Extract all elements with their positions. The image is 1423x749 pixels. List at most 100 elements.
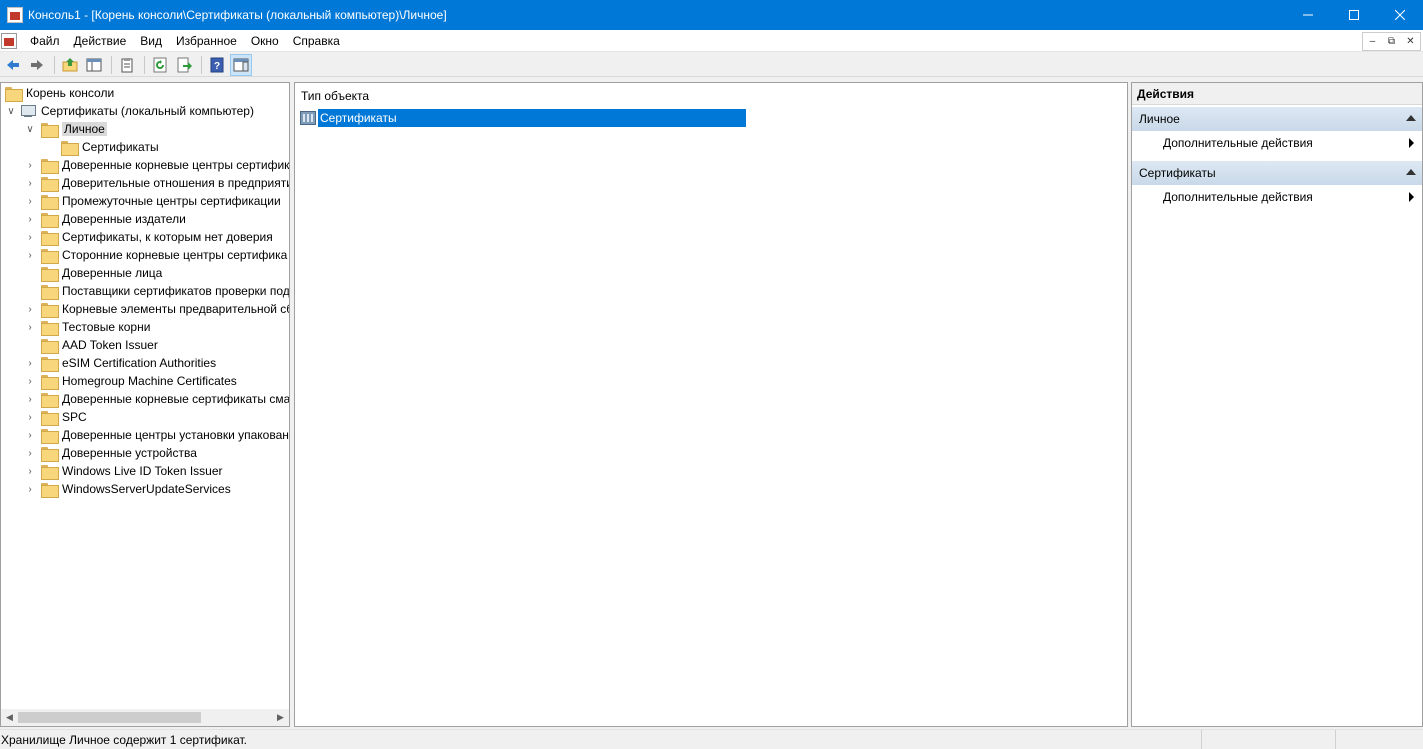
expand-chevron-icon[interactable]: › <box>24 408 36 426</box>
expand-chevron-icon[interactable]: › <box>24 300 36 318</box>
tree-item-store[interactable]: › Сторонние корневые центры сертифика <box>24 246 287 264</box>
mdi-close-button[interactable]: ✕ <box>1401 33 1420 50</box>
expand-chevron-icon[interactable]: › <box>24 354 36 372</box>
back-button[interactable] <box>2 54 24 76</box>
tree-item-certificates-local-computer[interactable]: ∨ Сертификаты (локальный компьютер) <box>5 102 254 120</box>
expand-chevron-icon[interactable]: › <box>24 462 36 480</box>
scroll-right-icon[interactable]: ▶ <box>272 709 289 726</box>
expand-chevron-icon[interactable]: › <box>24 426 36 444</box>
mdi-restore-button[interactable]: ⧉ <box>1382 33 1401 50</box>
tree-item-store[interactable]: › Промежуточные центры сертификации <box>24 192 281 210</box>
results-pane[interactable]: Тип объекта Сертификаты <box>294 82 1128 727</box>
tree-item-store[interactable]: AAD Token Issuer <box>24 336 158 354</box>
tree-horizontal-scrollbar[interactable]: ◀ ▶ <box>1 709 289 726</box>
tree-item-store[interactable]: › Homegroup Machine Certificates <box>24 372 237 390</box>
menu-help[interactable]: Справка <box>286 30 347 52</box>
folder-icon <box>41 230 59 246</box>
tree-item-store[interactable]: › Сертификаты, к которым нет доверия <box>24 228 273 246</box>
list-item-certificates[interactable]: Сертификаты <box>300 109 746 127</box>
folder-icon <box>41 212 59 228</box>
tree-item-label: Сертификаты <box>82 140 159 154</box>
mmc-app-icon[interactable] <box>7 7 23 23</box>
tree-item-store[interactable]: › SPC <box>24 408 87 426</box>
maximize-button[interactable] <box>1331 0 1377 30</box>
export-list-icon <box>177 57 192 72</box>
tree-item-store[interactable]: › Доверенные корневые сертификаты сма <box>24 390 289 408</box>
action-label: Дополнительные действия <box>1163 190 1313 204</box>
close-button[interactable] <box>1377 0 1423 30</box>
tree-item-store[interactable]: › WindowsServerUpdateServices <box>24 480 231 498</box>
column-header-object-type[interactable]: Тип объекта <box>295 83 1127 109</box>
tree-item-label: Корневые элементы предварительной сб <box>62 302 290 316</box>
tree-item-store[interactable]: › Доверенные устройства <box>24 444 197 462</box>
properties-button[interactable] <box>116 54 138 76</box>
menu-favorites[interactable]: Избранное <box>169 30 244 52</box>
expand-chevron-icon[interactable]: › <box>24 210 36 228</box>
tree-item-store[interactable]: Поставщики сертификатов проверки под <box>24 282 289 300</box>
actions-section-certificates[interactable]: Сертификаты <box>1132 161 1422 185</box>
tree-item-console-root[interactable]: Корень консоли <box>5 84 114 102</box>
up-folder-icon <box>62 57 78 71</box>
tree-item-label: Сертификаты, к которым нет доверия <box>62 230 273 244</box>
collapse-up-icon[interactable] <box>1406 169 1416 175</box>
folder-icon <box>41 374 59 390</box>
collapse-up-icon[interactable] <box>1406 115 1416 121</box>
help-button[interactable]: ? <box>206 54 228 76</box>
tree-item-store[interactable]: › Тестовые корни <box>24 318 150 336</box>
tree-item-store[interactable]: › Доверенные центры установки упакован <box>24 426 289 444</box>
forward-button[interactable] <box>26 54 48 76</box>
help-icon: ? <box>210 57 224 72</box>
scrollbar-thumb[interactable] <box>18 712 201 723</box>
expand-chevron-icon[interactable]: › <box>24 480 36 498</box>
mdi-window-icon[interactable] <box>1 32 17 49</box>
status-divider <box>1335 730 1336 749</box>
expand-chevron-icon[interactable]: › <box>24 228 36 246</box>
actions-pane-title: Действия <box>1132 83 1422 105</box>
menu-file[interactable]: Файл <box>23 30 67 52</box>
expand-chevron-icon[interactable]: › <box>24 390 36 408</box>
status-text: Хранилище Личное содержит 1 сертификат. <box>1 732 248 747</box>
collapse-chevron-icon[interactable]: ∨ <box>24 120 36 138</box>
forward-icon <box>31 59 43 70</box>
expand-chevron-icon[interactable]: › <box>24 246 36 264</box>
expand-chevron-icon[interactable]: › <box>24 372 36 390</box>
menu-bar: Файл Действие Вид Избранное Окно Справка… <box>0 30 1423 52</box>
minimize-button[interactable] <box>1285 0 1331 30</box>
tree-item-store[interactable]: › Доверенные издатели <box>24 210 186 228</box>
show-hide-tree-button[interactable] <box>83 54 105 76</box>
expand-chevron-icon[interactable]: › <box>24 156 36 174</box>
refresh-icon <box>153 57 167 72</box>
refresh-button[interactable] <box>149 54 171 76</box>
menu-view[interactable]: Вид <box>133 30 169 52</box>
folder-icon <box>41 482 59 498</box>
window-title: Консоль1 - [Корень консоли\Сертификаты (… <box>28 8 447 22</box>
expand-chevron-icon[interactable]: › <box>24 192 36 210</box>
tree-item-store[interactable]: › Доверенные корневые центры сертифик <box>24 156 289 174</box>
expand-chevron-icon[interactable]: › <box>24 174 36 192</box>
tree-item-store[interactable]: › Доверительные отношения в предприяти <box>24 174 289 192</box>
actions-more-actions-certificates[interactable]: Дополнительные действия <box>1132 186 1422 208</box>
scroll-left-icon[interactable]: ◀ <box>1 709 18 726</box>
mdi-minimize-button[interactable]: – <box>1363 33 1382 50</box>
up-one-level-button[interactable] <box>59 54 81 76</box>
actions-pane: Действия Личное Дополнительные действия … <box>1131 82 1423 727</box>
tree-item-store[interactable]: › Корневые элементы предварительной сб <box>24 300 290 318</box>
show-hide-action-pane-button[interactable] <box>230 53 252 76</box>
actions-more-actions-personal[interactable]: Дополнительные действия <box>1132 132 1422 154</box>
tree-item-store[interactable]: › eSIM Certification Authorities <box>24 354 216 372</box>
expand-chevron-icon[interactable]: › <box>24 444 36 462</box>
actions-section-label: Сертификаты <box>1139 166 1216 180</box>
actions-section-personal[interactable]: Личное <box>1132 107 1422 131</box>
expand-chevron-icon[interactable]: › <box>24 318 36 336</box>
menu-window[interactable]: Окно <box>244 30 286 52</box>
menu-action[interactable]: Действие <box>67 30 134 52</box>
tree-item-label: WindowsServerUpdateServices <box>62 482 231 496</box>
tree-item-store[interactable]: Доверенные лица <box>24 264 162 282</box>
maximize-icon <box>1349 10 1359 20</box>
tree-item-personal-certificates[interactable]: Сертификаты <box>61 138 159 156</box>
tree-item-personal[interactable]: ∨ Личное <box>24 120 107 138</box>
tree-item-store[interactable]: › Windows Live ID Token Issuer <box>24 462 223 480</box>
console-tree-pane[interactable]: Корень консоли ∨ Сертификаты (локальный … <box>0 82 290 727</box>
collapse-chevron-icon[interactable]: ∨ <box>5 102 17 120</box>
export-list-button[interactable] <box>173 54 195 76</box>
